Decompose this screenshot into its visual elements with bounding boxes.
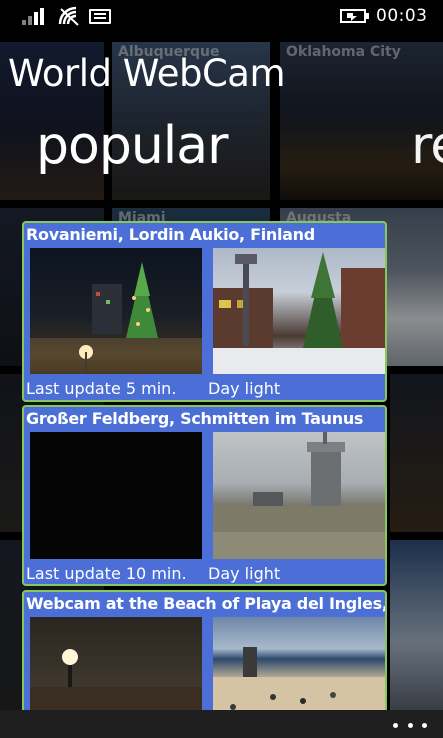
webcam-card-playa-del-ingles[interactable]: Webcam at the Beach of Playa del Ingles, bbox=[22, 590, 387, 720]
webcam-image-night[interactable] bbox=[30, 617, 202, 718]
last-update-label: Last update 10 min. bbox=[26, 564, 187, 583]
card-title: Großer Feldberg, Schmitten im Taunus bbox=[26, 409, 364, 428]
webcam-card-grosser-feldberg[interactable]: Großer Feldberg, Schmitten im Taunus Las… bbox=[22, 405, 387, 586]
pivot-tab-popular[interactable]: popular bbox=[36, 116, 228, 176]
clock: 00:03 bbox=[376, 6, 428, 26]
app-bar bbox=[0, 710, 443, 738]
webcam-image-day[interactable] bbox=[213, 617, 385, 718]
status-bar: 00:03 bbox=[0, 0, 443, 34]
webcam-scene bbox=[213, 647, 385, 718]
card-title: Rovaniemi, Lordin Aukio, Finland bbox=[26, 225, 315, 244]
message-icon bbox=[89, 9, 111, 24]
pivot-tab-next[interactable]: re bbox=[411, 116, 443, 176]
last-update-label: Last update 5 min. bbox=[26, 379, 177, 398]
webcam-scene bbox=[213, 432, 385, 559]
webcam-image-day[interactable] bbox=[213, 432, 385, 559]
app-title: World WebCam bbox=[8, 52, 286, 95]
day-light-label: Day light bbox=[208, 379, 281, 398]
day-light-label: Day light bbox=[208, 564, 281, 583]
more-ellipsis-icon[interactable] bbox=[393, 716, 427, 734]
webcam-scene bbox=[30, 262, 202, 374]
wifi-icon bbox=[58, 6, 79, 26]
signal-icon bbox=[22, 7, 48, 25]
webcam-image-night[interactable] bbox=[30, 248, 202, 374]
webcam-card-rovaniemi[interactable]: Rovaniemi, Lordin Aukio, Finland Last up… bbox=[22, 221, 387, 402]
webcam-scene bbox=[30, 649, 202, 718]
webcam-image-day[interactable] bbox=[213, 248, 385, 374]
battery-charging-icon bbox=[340, 9, 369, 23]
webcam-scene bbox=[213, 252, 385, 374]
card-title: Webcam at the Beach of Playa del Ingles, bbox=[26, 594, 387, 613]
webcam-image-night[interactable] bbox=[30, 432, 202, 559]
